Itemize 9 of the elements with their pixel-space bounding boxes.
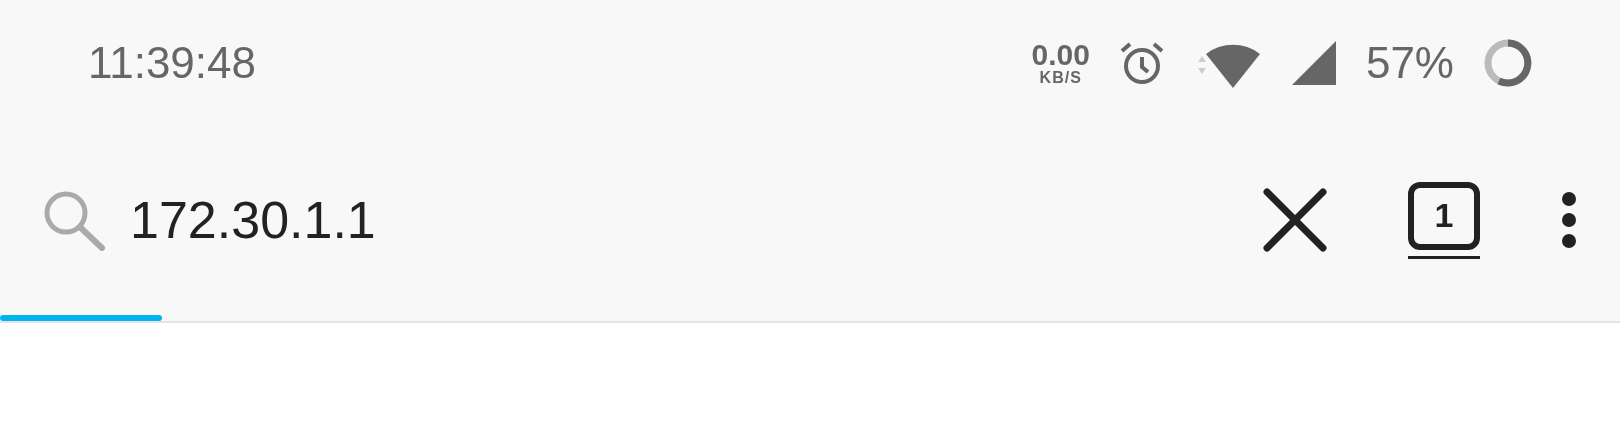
battery-percent: 57% [1365, 36, 1454, 89]
network-speed: 0.00 KB/S [1031, 39, 1090, 86]
close-button[interactable] [1262, 187, 1328, 253]
status-time: 11:39:48 [88, 36, 256, 89]
address-field[interactable]: 172.30.1.1 [130, 181, 730, 259]
menu-icon [1560, 190, 1578, 250]
search-icon [42, 189, 106, 251]
menu-button[interactable] [1560, 190, 1578, 250]
close-icon [1262, 187, 1328, 253]
